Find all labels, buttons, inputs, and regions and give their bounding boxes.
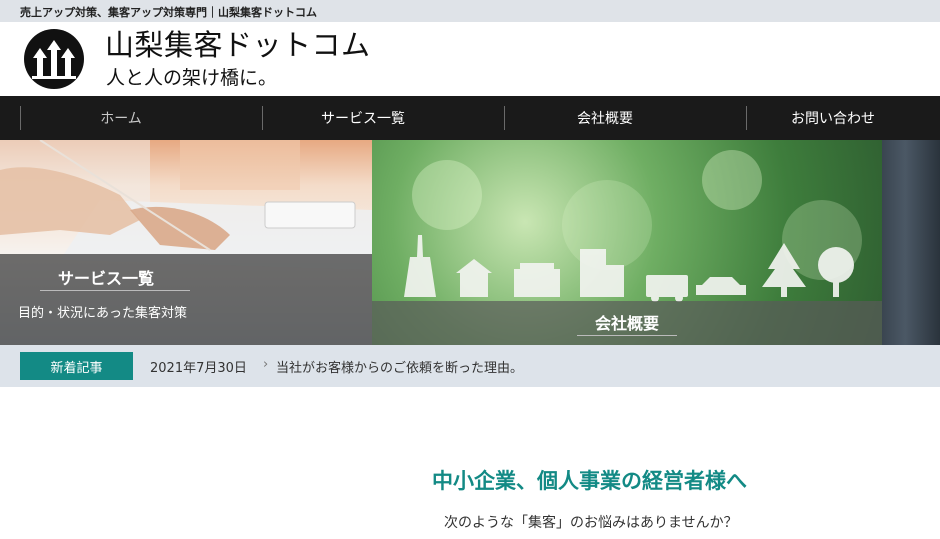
news-badge: 新着記事 [20, 352, 133, 380]
site-tagline: 人と人の架け橋に。 [106, 67, 278, 89]
nav-contact[interactable]: お問い合わせ [726, 96, 940, 140]
top-bar-text: 売上アップ対策、集客アップ対策専門｜山梨集客ドットコム [20, 6, 317, 19]
chevron-right-icon: › [263, 357, 269, 372]
news-date: 2021年7月30日 [150, 361, 247, 376]
hero-panel-services-subtitle: 目的・状況にあった集客対策 [18, 306, 188, 321]
news-link[interactable]: 当社がお客様からのご依頼を断った理由。 [276, 357, 523, 376]
hero-panel-company-title: 会社概要 [594, 314, 659, 333]
divider [577, 335, 677, 336]
nav-services[interactable]: サービス一覧 [242, 96, 484, 140]
section-heading: 中小企業、個人事業の経営者様へ [432, 469, 747, 493]
city-silhouette-icon [404, 235, 854, 302]
top-bar: 売上アップ対策、集客アップ対策専門｜山梨集客ドットコム [0, 0, 940, 22]
nav-company[interactable]: 会社概要 [484, 96, 726, 140]
global-nav: ホーム サービス一覧 会社概要 お問い合わせ [0, 96, 940, 140]
hero-panel-services[interactable]: サービス一覧 目的・状況にあった集客対策 [0, 140, 372, 345]
nav-home[interactable]: ホーム [0, 96, 242, 140]
hero-panel-next[interactable] [882, 140, 940, 345]
three-up-arrows-icon[interactable] [23, 28, 95, 90]
hero-slider: サービス一覧 目的・状況にあった集客対策 会社概要 [0, 140, 940, 345]
section-subheading: 次のような「集客」のお悩みはありませんか？ [444, 515, 738, 531]
hero-panel-services-title: サービス一覧 [58, 269, 155, 288]
divider [40, 290, 190, 291]
hero-panel-company[interactable]: 会社概要 [372, 140, 882, 345]
site-header: 山梨集客ドットコム 人と人の架け橋に。 [0, 22, 940, 96]
site-name[interactable]: 山梨集客ドットコム [105, 28, 371, 62]
news-ticker: 新着記事 2021年7月30日 › 当社がお客様からのご依頼を断った理由。 [0, 345, 940, 387]
